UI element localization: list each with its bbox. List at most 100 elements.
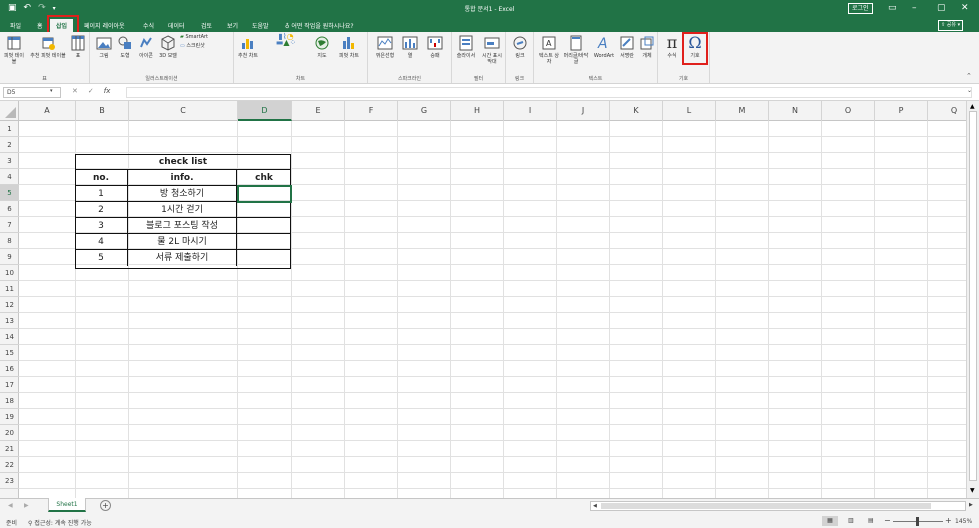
equation-button[interactable]: π 수식 bbox=[662, 35, 682, 60]
tab-help[interactable]: 도움말 bbox=[252, 21, 269, 30]
scroll-down-icon[interactable]: ▼ bbox=[970, 487, 975, 494]
recommended-charts-button[interactable]: 추천 차트 bbox=[238, 35, 258, 59]
row-info-cell[interactable]: 방 청소하기 bbox=[128, 186, 237, 202]
selected-cell-d5[interactable] bbox=[237, 185, 292, 203]
column-header-k[interactable]: K bbox=[610, 101, 663, 121]
next-sheet-icon[interactable]: ▶ bbox=[24, 502, 29, 509]
link-button[interactable]: 링크 bbox=[510, 35, 530, 59]
screenshot-button[interactable]: ▭ 스크린샷 bbox=[180, 43, 230, 49]
sparkline-column-button[interactable]: 열 bbox=[400, 35, 420, 59]
page-layout-view-icon[interactable]: ▥ bbox=[848, 517, 854, 524]
3d-model-button[interactable]: 3D 모델 bbox=[158, 35, 178, 59]
column-header-n[interactable]: N bbox=[769, 101, 822, 121]
textbox-button[interactable]: A 텍스트 상자 bbox=[538, 35, 560, 65]
row-number-cell[interactable]: 3 bbox=[75, 218, 128, 234]
share-button[interactable]: ⇪ 공유 ▾ bbox=[938, 20, 964, 31]
header-footer-button[interactable]: 머리글/바닥글 bbox=[562, 35, 590, 65]
column-header-m[interactable]: M bbox=[716, 101, 769, 121]
sheet-tab-sheet1[interactable]: Sheet1 bbox=[48, 498, 86, 512]
tab-data[interactable]: 데이터 bbox=[168, 21, 185, 30]
name-box-dropdown-icon[interactable]: ▾ bbox=[50, 88, 53, 94]
enter-icon[interactable]: ✓ bbox=[88, 87, 94, 95]
icons-button[interactable]: 아이콘 bbox=[136, 35, 156, 59]
row-header-9[interactable]: 9 bbox=[0, 249, 19, 265]
row-header-21[interactable]: 21 bbox=[0, 441, 19, 457]
recommended-pivot-button[interactable]: 추천 피벗 테이블 bbox=[28, 35, 68, 59]
tab-view[interactable]: 보기 bbox=[227, 21, 238, 30]
vertical-scrollbar[interactable]: ▲ ▼ bbox=[966, 101, 979, 498]
wordart-button[interactable]: A WordArt bbox=[592, 35, 616, 59]
column-header-j[interactable]: J bbox=[557, 101, 610, 121]
vertical-scroll-thumb[interactable] bbox=[969, 111, 977, 481]
row-header-2[interactable]: 2 bbox=[0, 137, 19, 153]
map-button[interactable]: 지도 bbox=[312, 35, 332, 59]
row-header-22[interactable]: 22 bbox=[0, 457, 19, 473]
row-info-cell[interactable]: 블로그 포스팅 작성 bbox=[128, 218, 237, 234]
header-chk[interactable]: chk bbox=[237, 170, 291, 186]
row-header-20[interactable]: 20 bbox=[0, 425, 19, 441]
sparkline-line-button[interactable]: 꺾은선형 bbox=[372, 35, 398, 59]
table-button[interactable]: 표 bbox=[70, 35, 86, 59]
row-number-cell[interactable]: 2 bbox=[75, 202, 128, 218]
tab-page-layout[interactable]: 페이지 레이아웃 bbox=[84, 21, 125, 30]
picture-button[interactable]: 그림 bbox=[94, 35, 114, 59]
login-button[interactable]: 로그인 bbox=[848, 3, 873, 14]
zoom-in-icon[interactable]: + bbox=[945, 516, 952, 525]
column-header-a[interactable]: A bbox=[19, 101, 76, 121]
column-header-p[interactable]: P bbox=[875, 101, 928, 121]
row-info-cell[interactable]: 물 2L 마시기 bbox=[128, 234, 237, 250]
row-header-3[interactable]: 3 bbox=[0, 153, 19, 169]
checklist-title[interactable]: check list bbox=[75, 154, 291, 170]
header-no[interactable]: no. bbox=[75, 170, 128, 186]
column-header-o[interactable]: O bbox=[822, 101, 875, 121]
new-sheet-icon[interactable]: + bbox=[100, 500, 111, 511]
column-header-i[interactable]: I bbox=[504, 101, 557, 121]
column-header-d[interactable]: D bbox=[238, 101, 292, 121]
row-number-cell[interactable]: 4 bbox=[75, 234, 128, 250]
row-header-17[interactable]: 17 bbox=[0, 377, 19, 393]
column-header-f[interactable]: F bbox=[345, 101, 398, 121]
horizontal-scrollbar[interactable]: ◀ bbox=[590, 501, 966, 511]
ribbon-display-options-icon[interactable]: ▭ bbox=[888, 2, 897, 14]
pivot-table-button[interactable]: 피벗 테이블 bbox=[4, 35, 24, 65]
row-header-4[interactable]: 4 bbox=[0, 169, 19, 185]
row-chk-cell[interactable] bbox=[237, 218, 291, 234]
slicer-button[interactable]: 슬라이서 bbox=[454, 35, 478, 59]
zoom-slider[interactable] bbox=[893, 517, 943, 526]
row-header-8[interactable]: 8 bbox=[0, 233, 19, 249]
smartart-button[interactable]: ▰ SmartArt bbox=[180, 34, 230, 40]
column-header-l[interactable]: L bbox=[663, 101, 716, 121]
worksheet-grid[interactable]: ABCDEFGHIJKLMNOPQ 1 2 3 4 5 6 7 8 9 10 11 12 13 14 15 1… bbox=[0, 101, 979, 498]
row-header-14[interactable]: 14 bbox=[0, 329, 19, 345]
accessibility-status[interactable]: ⚲ 접근성: 계속 진행 가능 bbox=[28, 518, 92, 527]
scroll-up-icon[interactable]: ▲ bbox=[970, 103, 975, 110]
tab-file[interactable]: 파일 bbox=[10, 21, 21, 30]
formula-input[interactable] bbox=[126, 87, 972, 98]
tab-formulas[interactable]: 수식 bbox=[143, 21, 154, 30]
row-chk-cell[interactable] bbox=[237, 250, 291, 266]
row-header-15[interactable]: 15 bbox=[0, 345, 19, 361]
pivot-chart-button[interactable]: 피벗 차트 bbox=[334, 35, 364, 59]
column-header-e[interactable]: E bbox=[292, 101, 345, 121]
row-header-10[interactable]: 10 bbox=[0, 265, 19, 281]
row-header-5[interactable]: 5 bbox=[0, 185, 19, 201]
row-header-12[interactable]: 12 bbox=[0, 297, 19, 313]
tell-me-search[interactable]: ♁ 어떤 작업을 원하시나요? bbox=[285, 21, 354, 30]
sparkline-winloss-button[interactable]: 승패 bbox=[424, 35, 446, 59]
row-header-18[interactable]: 18 bbox=[0, 393, 19, 409]
row-chk-cell[interactable] bbox=[237, 202, 291, 218]
shapes-button[interactable]: 도형 bbox=[116, 35, 134, 59]
signature-button[interactable]: 서명란 bbox=[618, 35, 636, 59]
column-header-h[interactable]: H bbox=[451, 101, 504, 121]
row-info-cell[interactable]: 1시간 걷기 bbox=[128, 202, 237, 218]
column-header-b[interactable]: B bbox=[76, 101, 129, 121]
zoom-level[interactable]: 145% bbox=[955, 518, 972, 525]
row-header-19[interactable]: 19 bbox=[0, 409, 19, 425]
row-number-cell[interactable]: 5 bbox=[75, 250, 128, 266]
zoom-slider-thumb[interactable] bbox=[916, 517, 919, 526]
expand-formula-icon[interactable]: ⌄ bbox=[967, 87, 972, 94]
horizontal-scroll-thumb[interactable] bbox=[601, 503, 931, 509]
row-header-13[interactable]: 13 bbox=[0, 313, 19, 329]
row-header-1[interactable]: 1 bbox=[0, 121, 19, 137]
row-header-11[interactable]: 11 bbox=[0, 281, 19, 297]
